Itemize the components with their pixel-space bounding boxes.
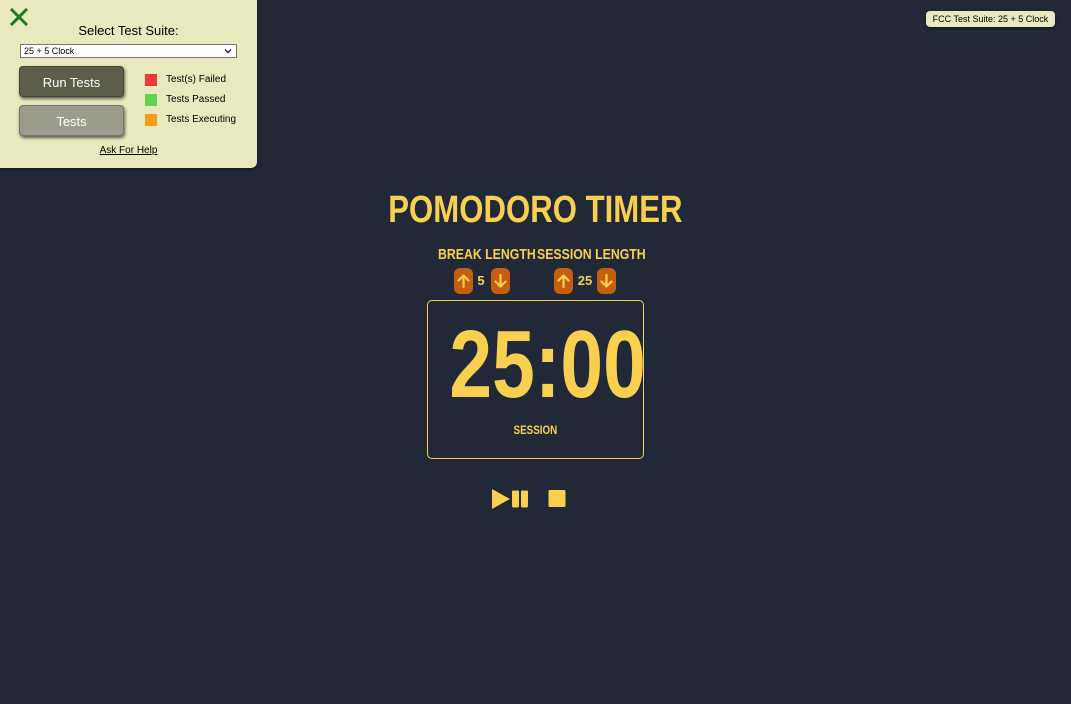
run-tests-button[interactable]: Run Tests bbox=[19, 66, 124, 97]
break-length-value: 5 bbox=[477, 273, 485, 288]
failed-swatch bbox=[145, 74, 157, 86]
session-label: SESSION LENGTH bbox=[537, 246, 646, 263]
arrow-down-icon bbox=[600, 274, 613, 288]
tests-button[interactable]: Tests bbox=[19, 105, 124, 136]
test-suite-title: Select Test Suite: bbox=[78, 23, 179, 38]
session-increment-button[interactable] bbox=[554, 268, 573, 294]
legend-failed-label: Test(s) Failed bbox=[166, 74, 227, 85]
break-increment-button[interactable] bbox=[454, 268, 473, 294]
play-pause-icon[interactable] bbox=[491, 488, 531, 510]
passed-swatch bbox=[145, 94, 157, 106]
arrow-up-icon bbox=[457, 274, 470, 288]
fcc-test-suite-badge[interactable]: FCC Test Suite: 25 + 5 Clock bbox=[926, 11, 1055, 27]
break-label: BREAK LENGTH bbox=[438, 246, 536, 263]
timer-label: SESSION bbox=[513, 423, 558, 437]
reset-icon[interactable] bbox=[548, 489, 567, 509]
session-decrement-button[interactable] bbox=[597, 268, 616, 294]
app-title: POMODORO TIMER bbox=[388, 189, 683, 231]
legend-passed-label: Tests Passed bbox=[166, 94, 226, 105]
session-length-value: 25 bbox=[577, 273, 593, 288]
test-suite-select[interactable]: 25 + 5 Clock bbox=[20, 44, 237, 58]
chevron-down-icon bbox=[224, 49, 232, 54]
timer-display-box: 25:00 SESSION bbox=[427, 300, 646, 459]
executing-swatch bbox=[145, 114, 157, 126]
break-decrement-button[interactable] bbox=[491, 268, 510, 294]
fcc-test-panel: Select Test Suite: 25 + 5 Clock Run Test… bbox=[0, 0, 257, 168]
time-left: 25:00 bbox=[449, 311, 646, 418]
ask-for-help-link[interactable]: Ask For Help bbox=[0, 145, 257, 156]
legend-executing-label: Tests Executing bbox=[166, 114, 237, 125]
arrow-up-icon bbox=[557, 274, 570, 288]
arrow-down-icon bbox=[494, 274, 507, 288]
test-suite-selected: 25 + 5 Clock bbox=[24, 46, 75, 56]
